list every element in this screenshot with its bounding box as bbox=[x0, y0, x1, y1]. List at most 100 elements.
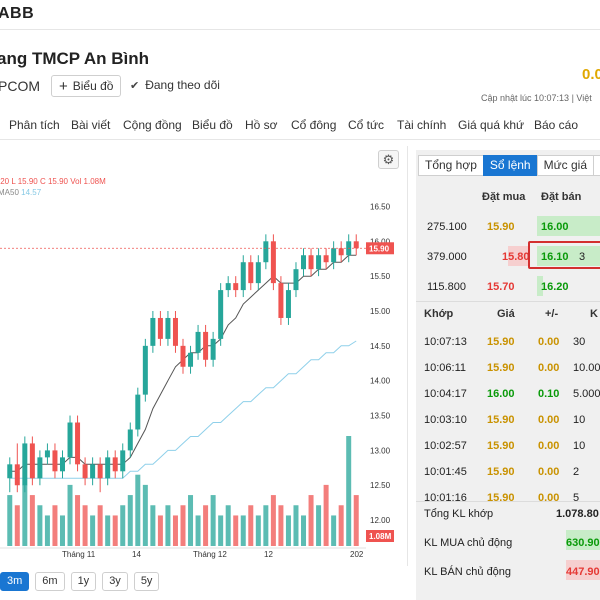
timeframe-5y[interactable]: 5y bbox=[133, 572, 160, 591]
volume-bar bbox=[172, 515, 178, 546]
candle-body bbox=[210, 338, 216, 360]
order-tabs: Tổng hợp Sổ lệnh Mức giá T bbox=[418, 155, 600, 177]
candle-body bbox=[263, 241, 269, 263]
match-time: 10:02:57 bbox=[424, 440, 467, 452]
gear-icon[interactable]: ⚙ bbox=[378, 150, 399, 169]
nav-community[interactable]: Cộng đồng bbox=[123, 118, 182, 132]
nav-reports[interactable]: Báo cáo bbox=[534, 118, 578, 132]
tab-price-levels[interactable]: Mức giá bbox=[536, 155, 594, 176]
volume-bar bbox=[203, 505, 209, 546]
volume-bar bbox=[248, 505, 254, 546]
volume-bar bbox=[218, 515, 224, 546]
candle-body bbox=[142, 345, 148, 395]
candle-body bbox=[112, 457, 118, 472]
orderbook-buy-price[interactable]: 15.70 bbox=[487, 281, 515, 293]
match-volume: 2 bbox=[573, 466, 580, 478]
nav-profile[interactable]: Hồ sơ bbox=[245, 118, 278, 132]
candle-body bbox=[37, 457, 43, 479]
orderbook-buy-volume: 115.800 bbox=[427, 281, 466, 293]
active-buy-label: KL MUA chủ động bbox=[424, 537, 513, 549]
price-axis-label: 14.00 bbox=[370, 377, 391, 386]
candle-body bbox=[248, 262, 254, 284]
match-price: 15.90 bbox=[487, 362, 515, 374]
orderbook-sell-price[interactable]: 16.00 bbox=[541, 221, 569, 233]
candle-body bbox=[22, 443, 28, 486]
candle-body bbox=[308, 255, 314, 270]
volume-bar bbox=[180, 505, 186, 546]
follow-label: Đang theo dõi bbox=[145, 78, 220, 92]
matches-header-volume: K bbox=[590, 308, 598, 320]
candle-body bbox=[225, 283, 231, 291]
ohlc-legend: .20 L 15.90 C 15.90 Vol 1.08M bbox=[0, 177, 106, 186]
volume-bar bbox=[59, 515, 65, 546]
volume-bar bbox=[52, 505, 58, 546]
candle-body bbox=[120, 450, 126, 472]
ohlc-values: .20 L 15.90 C 15.90 Vol bbox=[0, 177, 84, 186]
total-volume-label: Tổng KL khớp bbox=[424, 508, 494, 520]
volume-bar bbox=[346, 436, 352, 546]
price-chart[interactable]: 16.5016.0015.5015.0014.5014.0013.5013.00… bbox=[0, 146, 408, 566]
price-axis-label: 15.50 bbox=[370, 272, 391, 281]
volume-bar bbox=[7, 495, 13, 546]
volume-bar bbox=[142, 484, 148, 546]
price-axis-label: 12.50 bbox=[370, 481, 391, 490]
match-price: 15.90 bbox=[487, 336, 515, 348]
match-price: 15.90 bbox=[487, 466, 515, 478]
top-bar: ABB bbox=[0, 0, 600, 30]
candle-body bbox=[323, 255, 329, 263]
match-time: 10:07:13 bbox=[424, 336, 467, 348]
candle-body bbox=[180, 345, 186, 367]
nav-analysis[interactable]: Phân tích bbox=[9, 118, 60, 132]
candle-body bbox=[157, 317, 163, 339]
volume-bar bbox=[323, 484, 329, 546]
matches-header-time: Khớp bbox=[424, 308, 454, 320]
volume-bar bbox=[44, 515, 50, 546]
match-change: 0.00 bbox=[538, 336, 560, 348]
ma-label: MA50 bbox=[0, 188, 22, 197]
candle-body bbox=[188, 352, 194, 367]
tab-more[interactable]: T bbox=[593, 155, 600, 176]
volume-bar bbox=[135, 474, 141, 546]
nav-price-history[interactable]: Giá quá khứ bbox=[458, 118, 524, 132]
timeframe-3y[interactable]: 3y bbox=[102, 572, 128, 591]
orderbook-header-buy: Đặt mua bbox=[482, 191, 526, 203]
nav-articles[interactable]: Bài viết bbox=[71, 118, 110, 132]
follow-button[interactable]: ✔ Đang theo dõi bbox=[130, 78, 220, 92]
orderbook-sell-price[interactable]: 16.20 bbox=[541, 281, 569, 293]
highlight-box bbox=[528, 241, 600, 269]
candle-body bbox=[59, 457, 65, 472]
volume-bar bbox=[188, 495, 194, 546]
candle-body bbox=[7, 464, 13, 479]
check-icon: ✔ bbox=[130, 79, 140, 92]
volume-bar bbox=[37, 505, 43, 546]
candle-body bbox=[135, 394, 141, 430]
total-volume-value: 1.078.80 bbox=[556, 508, 599, 520]
timeframe-3m[interactable]: 3m bbox=[0, 572, 30, 591]
chart-button-label: Biểu đồ bbox=[72, 79, 114, 93]
candle-body bbox=[195, 331, 201, 353]
nav-financials[interactable]: Tài chính bbox=[397, 118, 446, 132]
candle-body bbox=[285, 290, 291, 318]
orderbook-buy-price[interactable]: 15.90 bbox=[487, 221, 515, 233]
timeframe-6m[interactable]: 6m bbox=[35, 572, 65, 591]
matches-header-change: +/- bbox=[545, 308, 559, 320]
nav-chart[interactable]: Biểu đồ bbox=[192, 118, 233, 132]
candle-body bbox=[150, 317, 156, 346]
chart-button[interactable]: + Biểu đồ bbox=[51, 75, 122, 97]
divider bbox=[416, 301, 600, 302]
active-sell-label: KL BÁN chủ động bbox=[424, 566, 512, 578]
tab-orderbook[interactable]: Sổ lệnh bbox=[482, 155, 538, 176]
time-axis-label: 202 bbox=[350, 550, 364, 559]
candle-body bbox=[316, 255, 322, 270]
candle-body bbox=[29, 443, 35, 479]
nav-dividends[interactable]: Cổ tức bbox=[348, 118, 384, 132]
volume-bar bbox=[127, 495, 133, 546]
tab-summary[interactable]: Tổng hợp bbox=[418, 155, 484, 176]
volume-bar bbox=[150, 505, 156, 546]
divider bbox=[416, 501, 600, 502]
timeframe-1y[interactable]: 1y bbox=[70, 572, 97, 591]
orderbook-buy-price[interactable]: 15.80 bbox=[502, 251, 530, 263]
nav-shareholders[interactable]: Cổ đông bbox=[291, 118, 336, 132]
volume-bar bbox=[67, 484, 73, 546]
volume-bar bbox=[120, 505, 126, 546]
